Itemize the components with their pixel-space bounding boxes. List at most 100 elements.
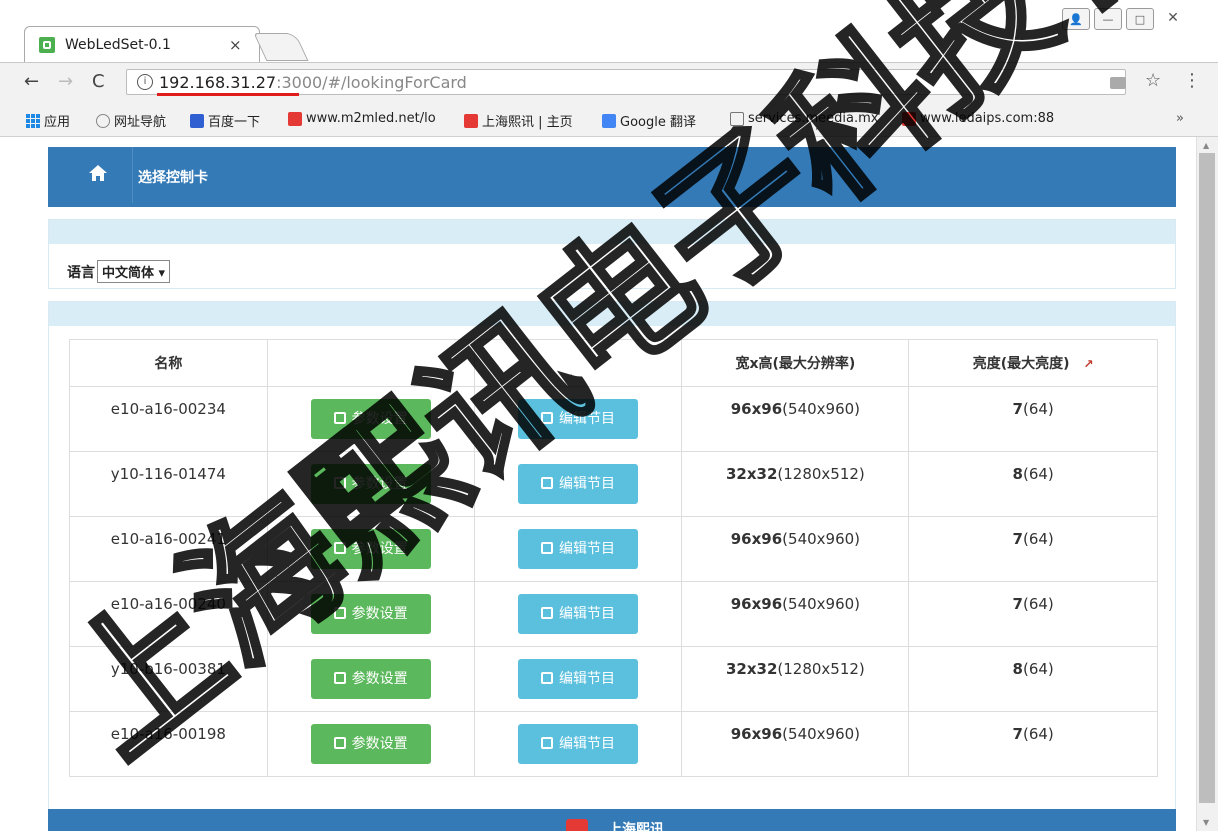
apps-icon [26,113,40,128]
cell-brightness: 7(64) [908,386,1158,452]
company-logo-icon [566,819,588,831]
cell-settings: 参数设置 [266,646,475,712]
bookmark-ledaips[interactable]: www.ledaips.com:88 [902,111,1054,126]
card-name: y10-116-01474 [110,465,226,483]
expand-icon[interactable]: ↗ [1084,357,1094,371]
cell-brightness: 7(64) [908,711,1158,777]
language-select[interactable]: 中文简体 ▾ [97,260,171,283]
page-title: 选择控制卡 [138,170,208,186]
tab-close-icon[interactable]: × [229,36,242,54]
browser-titlebar: WebLedSet-0.1 × 👤 — □ ✕ [0,0,1218,62]
edit-program-button[interactable]: 编辑节目 [518,659,639,699]
header-name: 名称 [69,339,268,387]
minimize-icon[interactable]: — [1094,8,1122,30]
bookmark-label: Google 翻译 [620,115,696,130]
settings-button[interactable]: 参数设置 [310,464,431,504]
cell-resolution: 32x32(1280x512) [681,646,910,712]
settings-button[interactable]: 参数设置 [310,529,431,569]
edit-icon [333,542,346,554]
address-bar[interactable]: i 192.168.31.27:3000/#/lookingForCard [126,69,1126,96]
language-label: 语言 [67,264,95,281]
cell-edit: 编辑节目 [473,516,683,582]
url-red-underline [157,93,299,96]
scroll-down-icon[interactable]: ▼ [1203,818,1209,827]
maximize-icon[interactable]: □ [1126,8,1154,30]
reload-icon[interactable]: C [92,71,105,92]
cell-brightness: 7(64) [908,516,1158,582]
bookmark-baidu[interactable]: 百度一下 [190,111,260,130]
settings-button[interactable]: 参数设置 [310,724,431,764]
google-translate-icon [602,113,616,128]
bookmark-google-translate[interactable]: Google 翻译 [602,111,696,130]
cell-brightness: 7(64) [908,581,1158,647]
settings-button[interactable]: 参数设置 [310,399,431,439]
edit-icon [333,737,346,749]
red-logo-icon [902,111,916,126]
table-row: e10-a16-00241 参数设置 编辑节目 96x96(540x960) 7(64) [69,516,1158,582]
edit-icon [333,672,346,684]
bookmark-apps[interactable]: 应用 [26,111,70,130]
film-icon [541,477,554,489]
cell-name: e10-a16-00241 [69,516,268,582]
new-tab-button[interactable] [253,33,309,61]
scroll-up-icon[interactable]: ▲ [1203,141,1209,150]
edit-program-button[interactable]: 编辑节目 [518,594,639,634]
card-max-brightness: (64) [1022,660,1054,678]
cell-resolution: 96x96(540x960) [681,516,910,582]
back-arrow-icon[interactable]: ← [24,71,39,92]
window-controls: 👤 — □ ✕ [1062,8,1188,32]
card-name: y10-b16-00381 [110,660,226,678]
cell-settings: 参数设置 [266,386,475,452]
edit-program-button[interactable]: 编辑节目 [518,529,639,569]
info-icon[interactable]: i [137,74,153,90]
panel-heading [49,220,1175,244]
film-icon [541,412,554,424]
url-host: 192.168.31.27 [159,73,277,92]
forward-arrow-icon[interactable]: → [58,71,73,92]
bookmark-shanghai[interactable]: 上海熙讯 | 主页 [464,111,573,130]
edit-icon [333,477,346,489]
edit-label: 编辑节目 [559,736,616,752]
cell-settings: 参数设置 [266,451,475,517]
close-window-icon[interactable]: ✕ [1158,8,1188,28]
edit-program-button[interactable]: 编辑节目 [518,464,639,504]
card-max-brightness: (64) [1022,595,1054,613]
scrollbar-thumb[interactable] [1199,153,1215,803]
bookmark-nav[interactable]: 网址导航 [96,111,166,130]
cell-settings: 参数设置 [266,711,475,777]
card-max-res: (540x960) [782,530,861,548]
translate-icon[interactable] [1110,77,1126,89]
cell-resolution: 96x96(540x960) [681,581,910,647]
header-settings [266,339,475,387]
card-brightness: 8 [1012,660,1023,678]
footer-text: 上海熙讯 [608,822,664,831]
card-max-res: (1280x512) [777,465,865,483]
panel-heading [49,302,1175,326]
card-name: e10-a16-00234 [110,400,226,418]
edit-program-button[interactable]: 编辑节目 [518,399,639,439]
bookmarks-more-icon[interactable]: » [1176,111,1184,126]
bookmark-m2mled[interactable]: www.m2mled.net/lo [288,111,436,126]
card-max-brightness: (64) [1022,530,1054,548]
cell-name: y10-b16-00381 [69,646,268,712]
cell-resolution: 32x32(1280x512) [681,451,910,517]
browser-tab[interactable]: WebLedSet-0.1 × [24,26,260,62]
menu-dots-icon[interactable]: ⋮ [1183,70,1201,91]
settings-label: 参数设置 [351,476,408,492]
red-logo-icon [288,111,302,126]
card-max-res: (540x960) [782,400,861,418]
edit-label: 编辑节目 [559,606,616,622]
cell-edit: 编辑节目 [473,386,683,452]
settings-button[interactable]: 参数设置 [310,594,431,634]
settings-button[interactable]: 参数设置 [310,659,431,699]
edit-program-button[interactable]: 编辑节目 [518,724,639,764]
profile-icon[interactable]: 👤 [1062,8,1090,30]
edit-label: 编辑节目 [559,671,616,687]
bookmark-meedia[interactable]: services.meedia.mx [730,111,878,126]
film-icon [541,672,554,684]
home-button[interactable] [66,147,133,203]
bookmark-star-icon[interactable]: ☆ [1145,70,1161,91]
vertical-scrollbar[interactable]: ▲ ▼ [1196,137,1218,831]
card-size: 32x32 [725,465,778,483]
edit-icon [333,412,346,424]
